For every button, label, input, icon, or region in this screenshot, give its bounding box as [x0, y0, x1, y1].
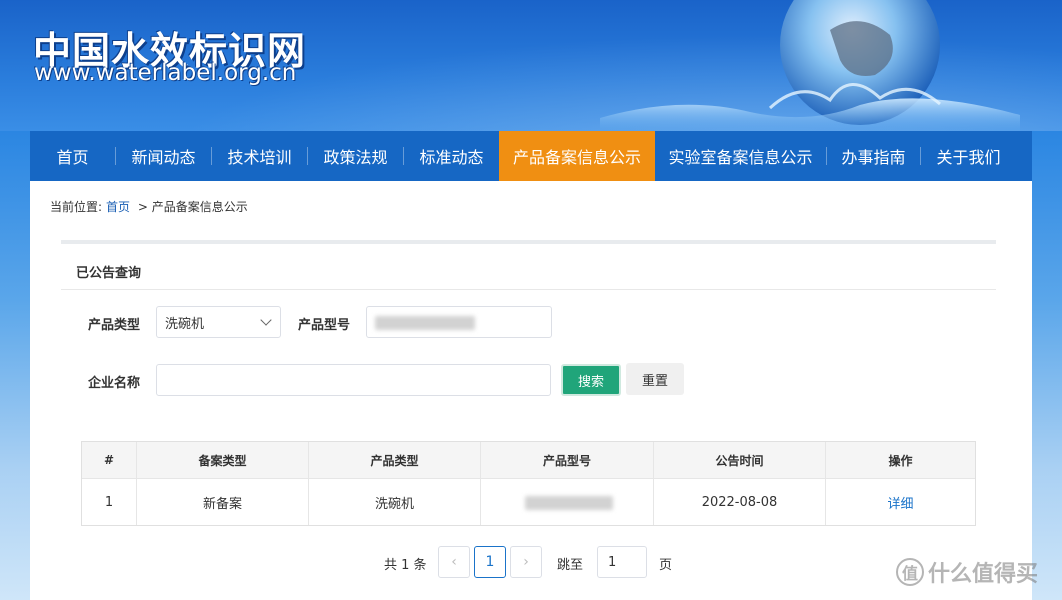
- results-table: # 备案类型 产品类型 产品型号 公告时间 操作 1 新备案 洗碗机 2022-…: [81, 441, 976, 526]
- column-header: #: [82, 442, 137, 478]
- section-divider-thin: [61, 289, 996, 290]
- watermark: 值 什么值得买: [896, 556, 1038, 588]
- main-nav: 首页 新闻动态 技术培训 政策法规 标准动态 产品备案信息公示 实验室备案信息公…: [30, 131, 1032, 181]
- search-button[interactable]: 搜索: [561, 364, 621, 396]
- company-name-input[interactable]: [156, 364, 551, 396]
- nav-item-product-records[interactable]: 产品备案信息公示: [499, 131, 655, 181]
- header-banner: 中国水效标识网 www.waterlabel.org.cn: [0, 0, 1062, 131]
- nav-item-training[interactable]: 技术培训: [212, 131, 307, 181]
- redacted-text: [375, 316, 475, 330]
- nav-item-standards[interactable]: 标准动态: [404, 131, 499, 181]
- row-record-type: 新备案: [137, 479, 309, 525]
- prev-page-button[interactable]: ‹: [438, 546, 470, 578]
- column-header: 公告时间: [654, 442, 826, 478]
- goto-label: 跳至: [557, 558, 584, 573]
- row-product-model: [481, 479, 654, 525]
- site-logo-url: www.waterlabel.org.cn: [34, 60, 297, 86]
- row-product-type: 洗碗机: [309, 479, 481, 525]
- water-globe-image: [600, 0, 1020, 131]
- page-suffix-label: 页: [659, 558, 673, 573]
- breadcrumb-home-link[interactable]: 首页: [106, 200, 130, 214]
- redacted-text: [525, 496, 613, 510]
- breadcrumb-prefix: 当前位置:: [50, 200, 103, 214]
- breadcrumb: 当前位置: 首页 > 产品备案信息公示: [50, 198, 248, 215]
- nav-item-news[interactable]: 新闻动态: [116, 131, 211, 181]
- table-row: 1 新备案 洗碗机 2022-08-08 详细: [82, 478, 975, 525]
- nav-item-about[interactable]: 关于我们: [921, 131, 1016, 181]
- column-header: 产品类型: [309, 442, 481, 478]
- product-model-label: 产品型号: [298, 318, 351, 333]
- section-divider: [61, 240, 996, 244]
- column-header: 操作: [888, 453, 913, 468]
- breadcrumb-current: > 产品备案信息公示: [137, 200, 248, 214]
- watermark-logo-icon: 值: [896, 558, 924, 586]
- detail-link[interactable]: 详细: [887, 493, 913, 512]
- watermark-text: 什么值得买: [928, 562, 1039, 587]
- nav-item-home[interactable]: 首页: [30, 131, 115, 181]
- goto-page-input[interactable]: 1: [597, 546, 647, 578]
- product-type-select[interactable]: 洗碗机: [156, 306, 281, 338]
- product-type-value: 洗碗机: [165, 316, 205, 332]
- company-name-label: 企业名称: [88, 376, 141, 391]
- section-title: 已公告查询: [76, 266, 142, 281]
- chevron-down-icon: [260, 314, 272, 326]
- row-date: 2022-08-08: [654, 479, 826, 525]
- table-header-row: # 备案类型 产品类型 产品型号 公告时间 操作: [82, 442, 975, 478]
- next-page-button[interactable]: ›: [510, 546, 542, 578]
- row-index: 1: [82, 479, 137, 525]
- row-action-cell: 详细: [826, 479, 975, 525]
- nav-item-guide[interactable]: 办事指南: [827, 131, 920, 181]
- product-model-input[interactable]: [366, 306, 552, 338]
- pagination-total: 共 1 条: [384, 558, 427, 573]
- product-type-label: 产品类型: [88, 318, 141, 333]
- main-content: 当前位置: 首页 > 产品备案信息公示 已公告查询 产品类型 洗碗机 产品型号 企…: [30, 181, 1032, 600]
- column-header: 产品型号: [481, 442, 654, 478]
- nav-item-policy[interactable]: 政策法规: [308, 131, 403, 181]
- nav-item-lab-records[interactable]: 实验室备案信息公示: [655, 131, 826, 181]
- page-1-button[interactable]: 1: [474, 546, 506, 578]
- reset-button[interactable]: 重置: [626, 363, 684, 395]
- column-header: 备案类型: [137, 442, 309, 478]
